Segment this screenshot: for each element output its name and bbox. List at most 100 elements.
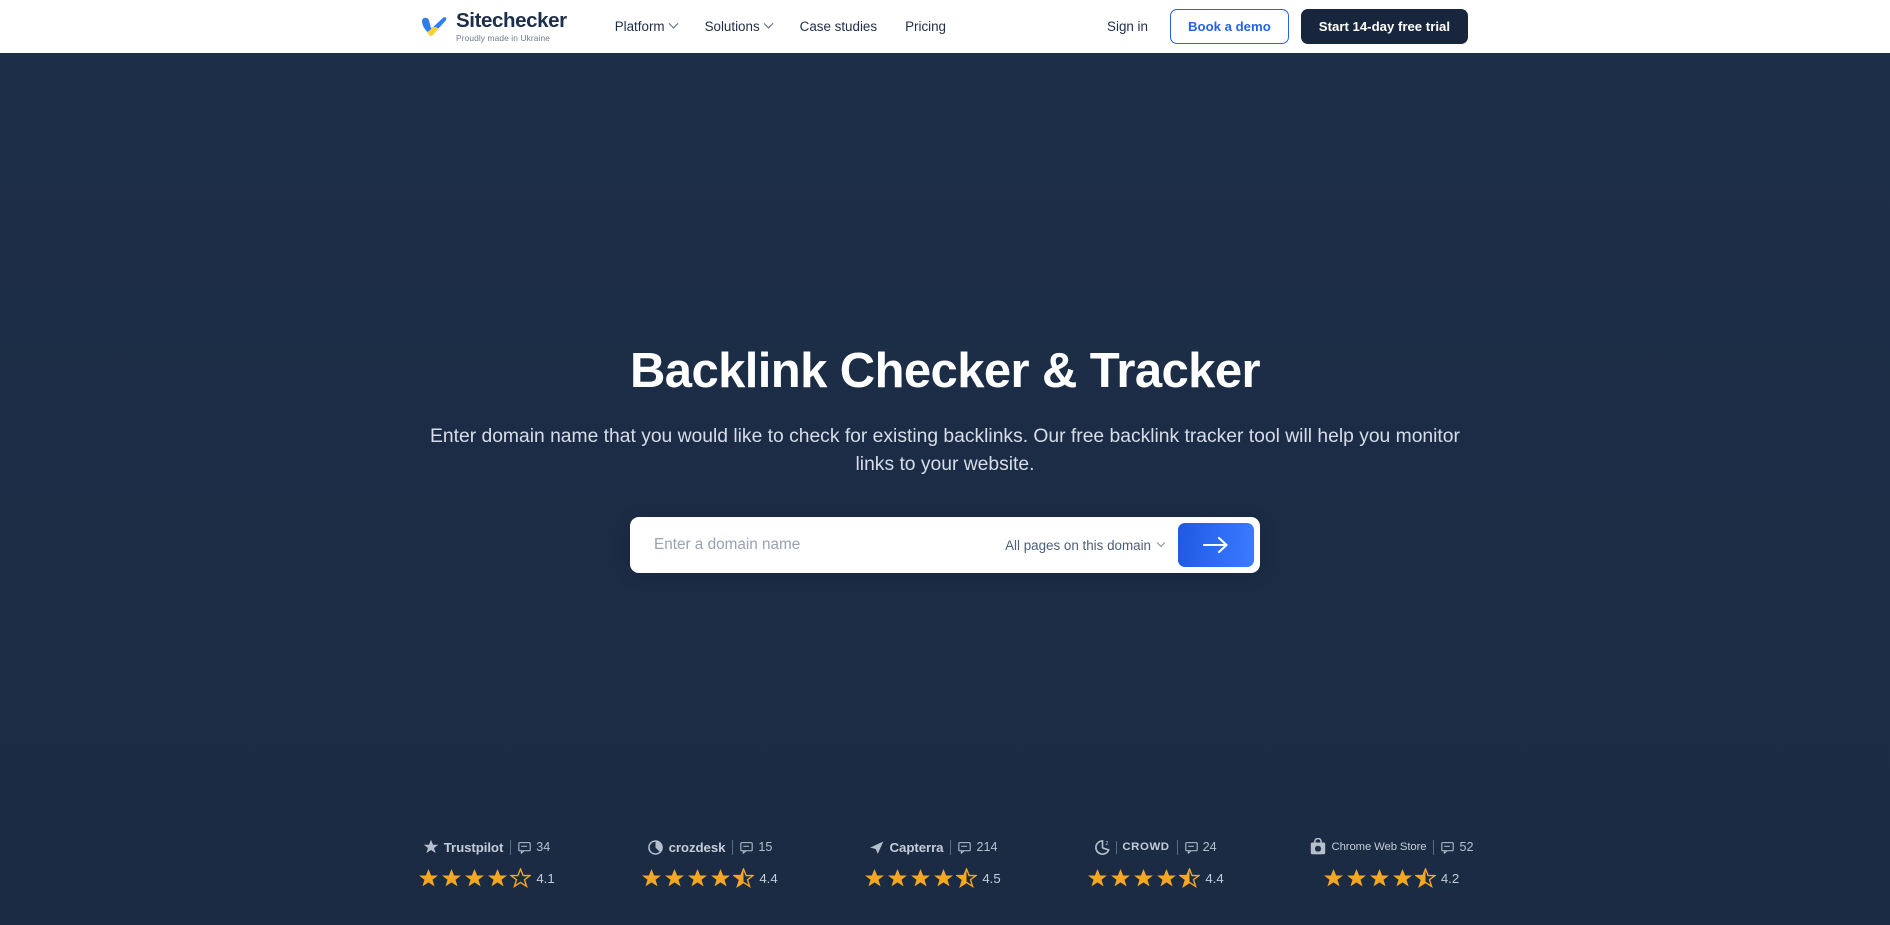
comment-icon — [740, 841, 754, 854]
svg-text:2: 2 — [1106, 841, 1109, 847]
start-trial-button[interactable]: Start 14-day free trial — [1300, 9, 1468, 44]
star-full-icon — [1392, 869, 1412, 887]
review-count: 34 — [518, 840, 550, 854]
star-full-icon — [711, 869, 731, 887]
trustpilot-star-icon — [423, 839, 438, 853]
divider — [950, 839, 952, 855]
brand-g2crowd: 2 CROWD — [1094, 839, 1169, 856]
rating-card-crozdesk: crozdesk 15 4.4 — [622, 837, 797, 889]
star-full-icon — [1369, 869, 1389, 887]
brand-chrome-web-store: Chrome Web Store — [1309, 838, 1427, 856]
review-count-value: 52 — [1459, 840, 1474, 854]
logo[interactable]: Sitechecker Proudly made in Ukraine — [420, 8, 567, 44]
brand-name: crozdesk — [668, 839, 726, 855]
review-count-value: 214 — [976, 840, 998, 854]
star-full-icon — [419, 869, 439, 887]
star-full-icon — [1134, 869, 1154, 887]
main-nav: Platform Solutions Case studies Pricing — [614, 18, 946, 34]
comment-icon — [958, 841, 972, 854]
star-half-icon — [1179, 868, 1201, 888]
brand-crozdesk: crozdesk — [647, 839, 726, 856]
scope-dropdown[interactable]: All pages on this domain — [997, 538, 1178, 553]
logo-tagline: Proudly made in Ukraine — [456, 33, 551, 44]
star-full-icon — [688, 869, 708, 887]
page-title: Backlink Checker & Tracker — [630, 344, 1261, 398]
rating-head: Chrome Web Store 52 — [1309, 837, 1473, 857]
header-actions: Sign in Book a demo Start 14-day free tr… — [1097, 9, 1468, 44]
brand-name: Capterra — [889, 839, 944, 855]
heart-check-ukraine-icon — [422, 17, 447, 36]
star-full-icon — [934, 869, 954, 887]
divider — [510, 839, 512, 855]
star-half-icon — [1414, 868, 1436, 888]
star-empty-icon — [510, 868, 532, 888]
rating-head: Capterra 214 — [868, 837, 997, 857]
divider — [1116, 840, 1118, 854]
brand-trustpilot: Trustpilot — [423, 839, 504, 855]
rating-head: crozdesk 15 — [647, 837, 772, 857]
rating-card-g2crowd: 2 CROWD 24 4.4 — [1068, 837, 1243, 889]
nav-label-case-studies: Case studies — [799, 19, 878, 34]
brand-name: CROWD — [1122, 841, 1170, 853]
nav-label-pricing: Pricing — [905, 19, 947, 34]
rating-score: 4.4 — [1205, 871, 1224, 886]
book-demo-button[interactable]: Book a demo — [1169, 9, 1289, 44]
star-full-icon — [465, 869, 485, 887]
star-full-icon — [888, 869, 908, 887]
chrome-web-store-icon — [1310, 838, 1325, 855]
rating-head: Trustpilot 34 — [423, 837, 550, 857]
star-full-icon — [865, 869, 885, 887]
g2-crowd-icon: 2 — [1095, 839, 1111, 855]
nav-item-solutions[interactable]: Solutions — [704, 18, 774, 34]
rating-score: 4.2 — [1440, 871, 1460, 886]
domain-search-input[interactable] — [636, 536, 998, 555]
rating-card-chrome-web-store: Chrome Web Store 52 4.2 — [1291, 837, 1491, 889]
site-header: Sitechecker Proudly made in Ukraine Plat… — [0, 0, 1890, 53]
search-submit-button[interactable] — [1178, 523, 1254, 568]
divider — [1433, 839, 1435, 855]
nav-label-solutions: Solutions — [704, 19, 760, 34]
brand-capterra: Capterra — [868, 839, 944, 856]
nav-item-case-studies[interactable]: Case studies — [800, 19, 877, 34]
stars-row: 4.5 — [864, 868, 1001, 889]
nav-item-platform[interactable]: Platform — [614, 18, 679, 34]
crozdesk-icon — [647, 839, 663, 855]
sign-in-link[interactable]: Sign in — [1097, 13, 1158, 40]
stars-row: 4.2 — [1323, 868, 1459, 889]
star-full-icon — [1157, 869, 1177, 887]
star-half-icon — [733, 868, 755, 888]
rating-score: 4.4 — [759, 871, 778, 886]
arrow-right-icon — [1203, 537, 1228, 554]
rating-card-trustpilot: Trustpilot 34 4.1 — [399, 837, 574, 889]
rating-score: 4.5 — [982, 871, 1001, 886]
star-full-icon — [1346, 869, 1366, 887]
star-full-icon — [1111, 869, 1131, 887]
chevron-down-icon — [1156, 538, 1166, 548]
ratings-row: Trustpilot 34 4.1 crozdesk 15 4.4 Capter… — [0, 837, 1890, 889]
divider — [1176, 839, 1178, 855]
star-half-icon — [956, 868, 978, 888]
star-full-icon — [665, 869, 685, 887]
chevron-down-icon — [763, 18, 774, 29]
stars-row: 4.4 — [1087, 868, 1224, 889]
review-count: 214 — [958, 840, 997, 854]
star-full-icon — [1323, 869, 1343, 887]
star-full-icon — [911, 869, 931, 887]
star-full-icon — [488, 869, 508, 887]
page-subtitle: Enter domain name that you would like to… — [430, 426, 1460, 476]
review-count-value: 24 — [1202, 840, 1217, 854]
brand-name: Trustpilot — [443, 839, 504, 855]
backlink-search-widget: All pages on this domain — [630, 517, 1260, 574]
logo-name: Sitechecker — [456, 8, 567, 32]
stars-row: 4.4 — [641, 868, 778, 889]
review-count: 24 — [1184, 840, 1217, 854]
hero-section: Backlink Checker & Tracker Enter domain … — [0, 53, 1890, 925]
nav-item-pricing[interactable]: Pricing — [905, 19, 946, 34]
star-full-icon — [642, 869, 662, 887]
review-count: 15 — [740, 840, 772, 854]
scope-dropdown-label: All pages on this domain — [1005, 537, 1151, 553]
star-full-icon — [442, 869, 462, 887]
nav-label-platform: Platform — [614, 19, 665, 34]
review-count: 52 — [1441, 840, 1473, 854]
comment-icon — [518, 841, 531, 854]
